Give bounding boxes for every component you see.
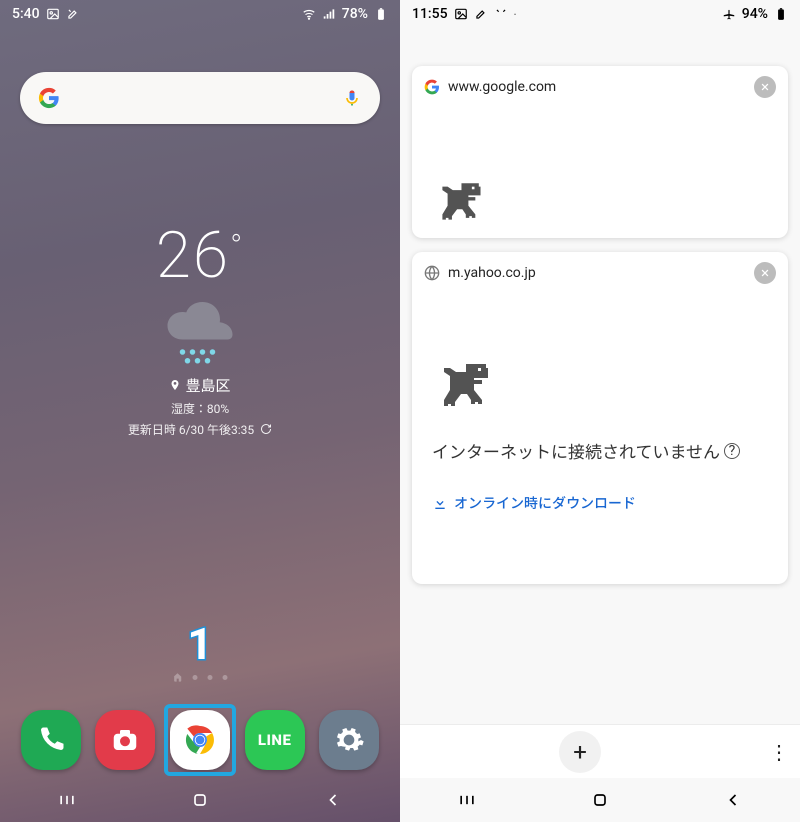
tab-title: m.yahoo.co.jp xyxy=(448,265,746,281)
clock-text: 11:55 xyxy=(412,6,448,22)
help-icon[interactable]: ? xyxy=(724,443,740,459)
location-text: 豊島区 xyxy=(185,375,230,396)
battery-icon xyxy=(374,7,388,21)
picture-icon xyxy=(46,7,60,21)
line-app[interactable]: LINE xyxy=(245,710,305,770)
recent-button[interactable] xyxy=(57,790,77,810)
wifi-icon xyxy=(302,7,316,21)
degree-symbol: ° xyxy=(230,227,244,265)
close-tab-button[interactable] xyxy=(754,262,776,284)
clock-text: 5:40 xyxy=(12,6,40,22)
temperature-value: 26 xyxy=(156,218,230,293)
chrome-app[interactable] xyxy=(170,710,230,770)
phone-app[interactable] xyxy=(21,710,81,770)
close-icon xyxy=(760,268,770,278)
home-dot-icon xyxy=(173,672,183,682)
picture-icon xyxy=(454,7,468,21)
home-button[interactable] xyxy=(190,790,210,810)
download-icon xyxy=(432,495,448,511)
rain-cloud-icon xyxy=(160,302,240,365)
nav-bar xyxy=(0,778,400,822)
google-logo-icon xyxy=(38,87,60,109)
phone-icon xyxy=(36,725,66,755)
wrench-icon xyxy=(474,7,488,21)
page-indicator xyxy=(173,672,228,682)
refresh-icon[interactable] xyxy=(260,423,272,435)
more-menu-button[interactable]: ⋮ xyxy=(760,740,800,764)
camera-icon xyxy=(110,725,140,755)
tab-list: www.google.com m.yahoo.co.jp インターネッ xyxy=(400,26,800,584)
signal-icon xyxy=(322,7,336,21)
dino-icon xyxy=(432,358,492,418)
close-icon xyxy=(760,82,770,92)
nav-bar xyxy=(400,778,800,822)
recent-button[interactable] xyxy=(457,790,477,810)
humidity-text: 湿度：80% xyxy=(171,400,229,417)
dino-icon xyxy=(432,178,484,230)
globe-favicon-icon xyxy=(424,265,440,281)
weather-widget[interactable]: 26° 豊島区 湿度：80% 更新日時 6/30 午後3:35 xyxy=(0,224,400,438)
home-button[interactable] xyxy=(590,790,610,810)
annotation-number: 1 xyxy=(187,618,212,670)
tools-icon xyxy=(66,7,80,21)
line-icon: LINE xyxy=(258,731,292,749)
app-dock: LINE xyxy=(0,710,400,770)
home-screen: 5:40 78% 26° 豊島区 湿度：80% 更新日時 6/ xyxy=(0,0,400,822)
settings-app[interactable] xyxy=(319,710,379,770)
status-bar: 11:55 · 94% xyxy=(400,0,800,26)
status-bar: 5:40 78% xyxy=(0,0,400,26)
battery-text: 78% xyxy=(342,6,368,22)
search-bar[interactable] xyxy=(20,72,380,124)
close-tab-button[interactable] xyxy=(754,76,776,98)
location-pin-icon xyxy=(169,379,181,391)
mic-icon[interactable] xyxy=(342,88,362,108)
tab-card[interactable]: www.google.com xyxy=(412,66,788,238)
download-when-online-link[interactable]: オンライン時にダウンロード xyxy=(432,493,768,513)
new-tab-button[interactable]: + xyxy=(559,731,601,773)
tab-card[interactable]: m.yahoo.co.jp インターネットに接続されていません ? オンライン時… xyxy=(412,252,788,584)
updated-text: 更新日時 6/30 午後3:35 xyxy=(128,421,254,438)
tab-title: www.google.com xyxy=(448,79,746,95)
battery-text: 94% xyxy=(742,6,768,22)
airplane-icon xyxy=(722,7,736,21)
gear-icon xyxy=(333,724,365,756)
google-favicon-icon xyxy=(424,79,440,95)
offline-message: インターネットに接続されていません ? xyxy=(432,438,768,463)
camera-app[interactable] xyxy=(95,710,155,770)
highlight-box xyxy=(164,704,236,776)
back-button[interactable] xyxy=(323,790,343,810)
chrome-tab-switcher: 11:55 · 94% www.google.com xyxy=(400,0,800,822)
tab-switcher-toolbar: + ⋮ xyxy=(400,724,800,778)
back-button[interactable] xyxy=(723,790,743,810)
tools-icon xyxy=(494,7,508,21)
battery-icon xyxy=(774,7,788,21)
